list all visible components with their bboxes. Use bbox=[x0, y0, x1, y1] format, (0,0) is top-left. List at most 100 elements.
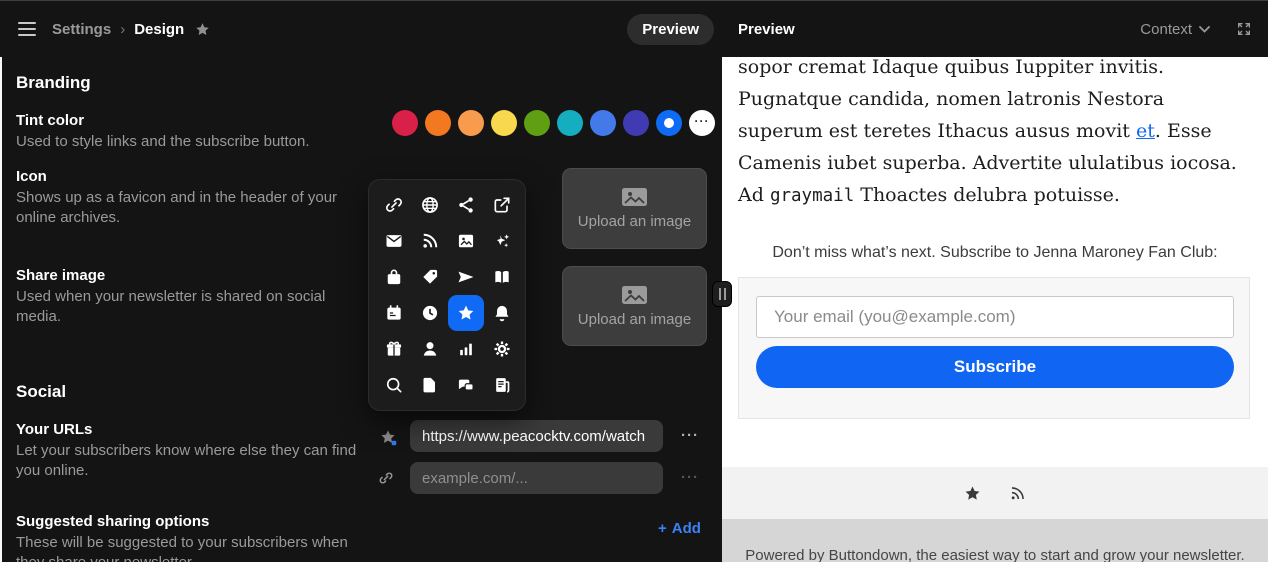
picker-item-clock[interactable] bbox=[412, 295, 448, 331]
plus-icon: + bbox=[658, 520, 667, 537]
subscribe-prompt: Don’t miss what’s next. Subscribe to Jen… bbox=[722, 244, 1268, 262]
picker-item-newspaper[interactable] bbox=[484, 367, 520, 403]
external-link-icon bbox=[492, 195, 512, 215]
clock-icon bbox=[420, 303, 440, 323]
picker-item-gift[interactable] bbox=[376, 331, 412, 367]
url-input-2[interactable] bbox=[410, 462, 663, 494]
globe-icon bbox=[420, 195, 440, 215]
newsletter-paragraph: sopor cremat Idaque quibus Iuppiter invi… bbox=[738, 57, 1254, 212]
preview-button[interactable]: Preview bbox=[627, 14, 714, 45]
tint-swatch-teal[interactable] bbox=[557, 110, 583, 136]
share-image-description: Used when your newsletter is shared on s… bbox=[16, 287, 361, 327]
tint-swatch-light-orange[interactable] bbox=[458, 110, 484, 136]
chat-icon bbox=[456, 375, 476, 395]
more-colors-button[interactable]: ··· bbox=[689, 110, 715, 136]
bar-chart-icon bbox=[456, 339, 476, 359]
picker-item-gear[interactable] bbox=[484, 331, 520, 367]
tint-swatch-green[interactable] bbox=[524, 110, 550, 136]
icon-description: Shows up as a favicon and in the header … bbox=[16, 188, 361, 228]
share-image-upload-box[interactable]: Upload an image bbox=[562, 266, 707, 346]
picker-item-calendar[interactable] bbox=[376, 295, 412, 331]
email-input[interactable] bbox=[756, 296, 1234, 338]
preview-panel: Preview Context sopor cremat Idaque quib… bbox=[722, 1, 1268, 562]
et-link[interactable]: et bbox=[1136, 120, 1155, 142]
settings-panel: Settings › Design Preview Branding Tint … bbox=[0, 1, 722, 562]
share-image-label: Share image bbox=[16, 267, 105, 284]
tint-color-description: Used to style links and the subscribe bu… bbox=[16, 132, 361, 152]
add-url-button[interactable]: + Add bbox=[658, 520, 701, 537]
newspaper-icon bbox=[492, 375, 512, 395]
icon-picker-popup bbox=[368, 179, 526, 411]
subscribe-button[interactable]: Subscribe bbox=[756, 346, 1234, 388]
gift-icon bbox=[384, 339, 404, 359]
tint-color-label: Tint color bbox=[16, 112, 84, 129]
picker-item-file[interactable] bbox=[412, 367, 448, 403]
picker-item-search[interactable] bbox=[376, 367, 412, 403]
gear-icon bbox=[492, 339, 512, 359]
expand-button[interactable] bbox=[1236, 21, 1252, 37]
preview-header: Preview Context bbox=[722, 1, 1268, 57]
preview-footer-icons bbox=[722, 467, 1268, 519]
picker-item-user[interactable] bbox=[412, 331, 448, 367]
picker-item-link[interactable] bbox=[376, 187, 412, 223]
picker-item-bar-chart[interactable] bbox=[448, 331, 484, 367]
tint-swatch-indigo[interactable] bbox=[623, 110, 649, 136]
link-icon bbox=[384, 195, 404, 215]
url-link-icon bbox=[378, 470, 394, 486]
file-icon bbox=[420, 375, 440, 395]
newsletter-preview-body: sopor cremat Idaque quibus Iuppiter invi… bbox=[722, 57, 1268, 467]
picker-item-image[interactable] bbox=[448, 223, 484, 259]
picker-item-send[interactable] bbox=[448, 259, 484, 295]
fullscreen-icon bbox=[1236, 21, 1252, 37]
breadcrumb-current: Design bbox=[134, 21, 184, 38]
picker-item-rss[interactable] bbox=[412, 223, 448, 259]
icon-upload-box[interactable]: Upload an image bbox=[562, 168, 707, 249]
suggested-sharing-description: These will be suggested to your subscrib… bbox=[16, 533, 361, 562]
tint-color-swatches: ··· bbox=[392, 110, 715, 136]
picker-item-star-selected[interactable] bbox=[448, 295, 484, 331]
breadcrumb-settings[interactable]: Settings bbox=[52, 21, 111, 38]
url-row-2-options-button[interactable]: ··· bbox=[677, 469, 703, 486]
url-input-1[interactable] bbox=[410, 420, 663, 452]
picker-item-envelope[interactable] bbox=[376, 223, 412, 259]
book-open-icon bbox=[492, 267, 512, 287]
panel-resize-handle[interactable] bbox=[712, 281, 732, 307]
send-icon bbox=[456, 267, 476, 287]
calendar-icon bbox=[384, 303, 404, 323]
picker-item-chat[interactable] bbox=[448, 367, 484, 403]
favorite-star-icon[interactable] bbox=[194, 21, 211, 38]
picker-item-external-link[interactable] bbox=[484, 187, 520, 223]
share-icon bbox=[456, 195, 476, 215]
picker-item-bell[interactable] bbox=[484, 295, 520, 331]
tint-swatch-orange[interactable] bbox=[425, 110, 451, 136]
search-icon bbox=[384, 375, 404, 395]
tint-swatch-bright-blue-selected[interactable] bbox=[656, 110, 682, 136]
image-placeholder-icon bbox=[621, 187, 648, 207]
context-dropdown[interactable]: Context bbox=[1140, 21, 1210, 38]
url-row-1-options-button[interactable]: ··· bbox=[677, 427, 703, 444]
user-icon bbox=[420, 339, 440, 359]
shopping-bag-icon bbox=[384, 267, 404, 287]
tint-swatch-blue[interactable] bbox=[590, 110, 616, 136]
context-label: Context bbox=[1140, 21, 1192, 38]
picker-item-shopping-bag[interactable] bbox=[376, 259, 412, 295]
add-label: Add bbox=[672, 520, 701, 537]
picker-item-share[interactable] bbox=[448, 187, 484, 223]
left-edge-highlight bbox=[0, 57, 2, 562]
picker-item-sparkles[interactable] bbox=[484, 223, 520, 259]
tint-swatch-yellow[interactable] bbox=[491, 110, 517, 136]
picker-item-globe[interactable] bbox=[412, 187, 448, 223]
picker-item-tag[interactable] bbox=[412, 259, 448, 295]
upload-label: Upload an image bbox=[578, 311, 691, 328]
bell-icon bbox=[492, 303, 512, 323]
footer-rss-icon[interactable] bbox=[1008, 484, 1027, 503]
branding-heading: Branding bbox=[16, 73, 91, 93]
menu-button[interactable] bbox=[14, 16, 40, 42]
picker-item-book-open[interactable] bbox=[484, 259, 520, 295]
tint-swatch-crimson[interactable] bbox=[392, 110, 418, 136]
suggested-sharing-label: Suggested sharing options bbox=[16, 513, 209, 530]
footer-star-icon[interactable] bbox=[963, 484, 982, 503]
your-urls-label: Your URLs bbox=[16, 421, 92, 438]
paragraph-text: Thoactes delubra potuisse. bbox=[854, 184, 1120, 206]
sparkles-icon bbox=[492, 231, 512, 251]
